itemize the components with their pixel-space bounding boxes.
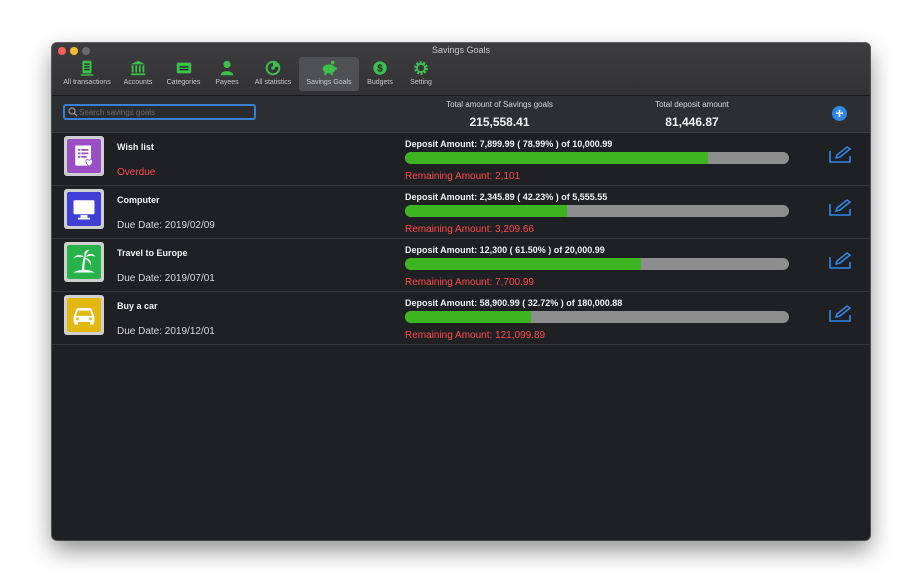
app-window: Savings Goals All transactions Accounts … — [52, 43, 870, 540]
tab-label: All statistics — [254, 79, 292, 86]
search-icon — [68, 107, 78, 117]
goal-icon-frame — [64, 189, 104, 229]
budget-icon: $ — [373, 61, 387, 75]
tab-categories[interactable]: Categories — [160, 57, 207, 91]
remaining-amount: Remaining Amount: 2,101 — [405, 171, 521, 182]
goal-icon-bg — [67, 192, 101, 226]
edit-icon[interactable] — [828, 146, 852, 164]
progress-fill — [405, 152, 709, 164]
tab-accounts[interactable]: Accounts — [116, 57, 160, 91]
goal-due-date: Due Date: 2019/02/09 — [117, 220, 215, 231]
total-deposit-value: 81,446.87 — [665, 115, 719, 129]
progress-bar — [405, 205, 789, 217]
main-toolbar: All transactions Accounts Categories Pay… — [58, 57, 441, 93]
add-goal-button[interactable]: + — [832, 106, 847, 121]
deposit-amount: Deposit Amount: 12,300 ( 61.50% ) of 20,… — [405, 245, 605, 255]
tab-label: Setting — [410, 79, 432, 86]
tab-budgets[interactable]: $ Budgets — [359, 57, 401, 91]
goal-row[interactable]: Computer Due Date: 2019/02/09 Deposit Am… — [52, 186, 870, 239]
progress-bar — [405, 152, 789, 164]
total-goals-label: Total amount of Savings goals — [446, 100, 553, 109]
monitor-icon — [73, 200, 95, 220]
remaining-amount: Remaining Amount: 3,209.66 — [405, 224, 534, 235]
window-title: Savings Goals — [431, 45, 491, 55]
deposit-amount: Deposit Amount: 7,899.99 ( 78.99% ) of 1… — [405, 139, 613, 149]
remaining-amount: Remaining Amount: 7,700.99 — [405, 277, 534, 288]
goal-icon-frame — [64, 242, 104, 282]
tab-label: Categories — [166, 79, 201, 86]
goal-row[interactable]: Wish list Overdue Deposit Amount: 7,899.… — [52, 133, 870, 186]
progress-bar — [405, 258, 789, 270]
goal-icon-bg — [67, 245, 101, 279]
wishlist-icon — [75, 145, 93, 168]
progress-fill — [405, 258, 642, 270]
goal-icon-frame — [64, 136, 104, 176]
edit-icon[interactable] — [828, 252, 852, 270]
summary-bar: Total amount of Savings goals 215,558.41… — [52, 96, 870, 133]
edit-icon[interactable] — [828, 199, 852, 217]
search-field[interactable] — [63, 104, 256, 120]
deposit-amount: Deposit Amount: 2,345.89 ( 42.23% ) of 5… — [405, 192, 608, 202]
goal-status: Overdue — [117, 167, 156, 178]
goal-name: Travel to Europe — [117, 248, 188, 258]
categories-icon — [176, 62, 191, 74]
ledger-icon — [80, 60, 94, 76]
goal-icon-bg — [67, 298, 101, 332]
goal-due-date: Due Date: 2019/12/01 — [117, 326, 215, 337]
edit-icon[interactable] — [828, 305, 852, 323]
titlebar: Savings Goals All transactions Accounts … — [52, 43, 870, 96]
goal-name: Wish list — [117, 142, 154, 152]
tab-setting[interactable]: Setting — [401, 57, 441, 91]
tab-label: Accounts — [123, 79, 153, 86]
deposit-amount: Deposit Amount: 58,900.99 ( 32.72% ) of … — [405, 298, 623, 308]
goal-name: Buy a car — [117, 301, 158, 311]
progress-fill — [405, 311, 531, 323]
search-input[interactable] — [79, 106, 249, 118]
piggy-bank-icon — [322, 60, 337, 76]
progress-fill — [405, 205, 568, 217]
tab-label: Savings Goals — [306, 79, 352, 86]
total-deposit-summary: Total deposit amount 81,446.87 — [637, 100, 747, 129]
gear-icon — [414, 61, 428, 75]
svg-text:$: $ — [377, 64, 383, 75]
goal-due-date: Due Date: 2019/07/01 — [117, 273, 215, 284]
goal-icon-bg — [67, 139, 101, 173]
tab-all-statistics[interactable]: All statistics — [247, 57, 299, 91]
goal-row[interactable]: Buy a car Due Date: 2019/12/01 Deposit A… — [52, 292, 870, 345]
statistics-icon — [265, 60, 281, 76]
plus-icon: + — [835, 105, 844, 121]
tab-savings-goals[interactable]: Savings Goals — [299, 57, 359, 91]
tab-label: All transactions — [63, 79, 111, 86]
car-icon — [73, 308, 95, 325]
bank-icon — [130, 60, 146, 76]
goal-icon-frame — [64, 295, 104, 335]
total-goals-value: 215,558.41 — [469, 115, 530, 129]
remaining-amount: Remaining Amount: 121,099.89 — [405, 330, 546, 341]
goal-row[interactable]: Travel to Europe Due Date: 2019/07/01 De… — [52, 239, 870, 292]
total-goals-summary: Total amount of Savings goals 215,558.41 — [437, 100, 562, 129]
tab-payees[interactable]: Payees — [207, 57, 247, 91]
tab-label: Budgets — [367, 79, 393, 86]
total-deposit-label: Total deposit amount — [655, 100, 729, 109]
palm-tree-icon — [73, 249, 96, 273]
tab-all-transactions[interactable]: All transactions — [58, 57, 116, 91]
goal-name: Computer — [117, 195, 160, 205]
person-icon — [220, 60, 234, 76]
progress-bar — [405, 311, 789, 323]
tab-label: Payees — [215, 79, 239, 86]
